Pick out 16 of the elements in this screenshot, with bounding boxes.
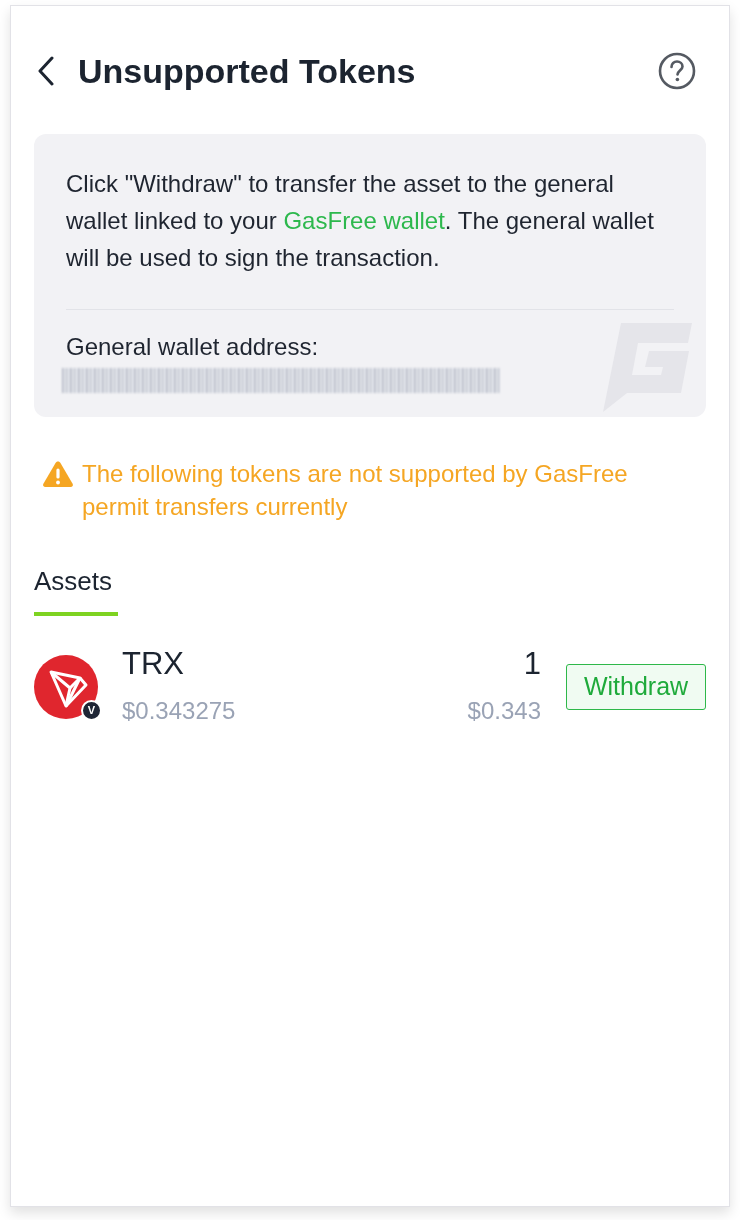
token-amount: 1 [523,647,541,681]
withdraw-button[interactable]: Withdraw [566,663,706,710]
token-symbol: TRX [122,647,185,681]
warning-text: The following tokens are not supported by GasFree permit transfers currently [82,459,629,522]
assets-tab[interactable]: Assets [34,565,118,616]
token-price: $0.343275 [122,696,236,726]
verified-badge: V [81,699,102,721]
address-label: General wallet address: [66,332,320,362]
warning-icon [42,460,74,488]
back-chevron-icon[interactable] [38,56,54,86]
token-icon [34,654,98,719]
page-title: Unsupported Tokens [78,51,416,91]
help-icon[interactable] [658,52,696,90]
token-value: $0.343 [467,696,541,726]
info-text: Click "Withdraw" to transfer the asset to the general wallet linked to your GasFree wallet. The general wallet will be used to sign the transaction. [66,169,655,273]
gasfree-wallet-link[interactable]: GasFree wallet [283,207,445,234]
